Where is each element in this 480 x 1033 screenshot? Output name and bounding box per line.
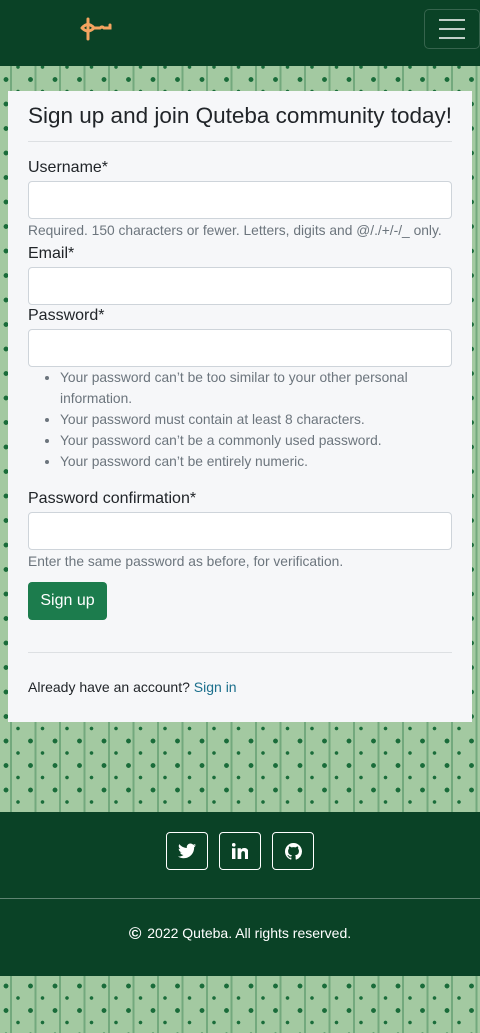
password-rule: Your password can’t be entirely numeric. — [60, 451, 440, 472]
email-input[interactable] — [28, 267, 452, 305]
password-rule: Your password can’t be a commonly used p… — [60, 430, 440, 451]
username-help: Required. 150 characters or fewer. Lette… — [28, 223, 442, 238]
sign-up-button[interactable]: Sign up — [28, 582, 107, 620]
copyright-icon: © — [128, 924, 142, 943]
password-rule: Your password can’t be too similar to yo… — [60, 367, 440, 409]
username-input[interactable] — [28, 181, 452, 219]
email-label: Email* — [28, 245, 75, 262]
signup-card: Sign up and join Quteba community today!… — [8, 91, 472, 722]
quteba-logo[interactable] — [80, 14, 114, 44]
twitter-icon — [178, 843, 196, 859]
github-icon — [284, 842, 302, 860]
password-rules: Your password can’t be too similar to yo… — [60, 367, 440, 472]
password-confirmation-help: Enter the same password as before, for v… — [28, 554, 344, 569]
password-rule: Your password must contain at least 8 ch… — [60, 409, 440, 430]
footer: © 2022 Quteba. All rights reserved. — [0, 812, 480, 976]
signin-prompt: Already have an account? Sign in — [28, 679, 237, 695]
footer-divider — [0, 898, 480, 899]
password-input[interactable] — [28, 329, 452, 367]
page-title: Sign up and join Quteba community today! — [28, 101, 452, 142]
copyright: © 2022 Quteba. All rights reserved. — [128, 924, 352, 943]
password-confirmation-label: Password confirmation* — [28, 490, 197, 507]
linkedin-button[interactable] — [219, 832, 261, 870]
linkedin-icon — [232, 843, 248, 859]
twitter-button[interactable] — [166, 832, 208, 870]
username-label: Username* — [28, 159, 109, 176]
menu-toggle-button[interactable] — [424, 9, 480, 49]
navbar — [0, 0, 480, 66]
hamburger-icon — [439, 19, 465, 21]
github-button[interactable] — [272, 832, 314, 870]
password-confirmation-input[interactable] — [28, 512, 452, 550]
sign-in-link[interactable]: Sign in — [194, 679, 237, 695]
divider — [28, 652, 452, 653]
password-label: Password* — [28, 307, 105, 324]
